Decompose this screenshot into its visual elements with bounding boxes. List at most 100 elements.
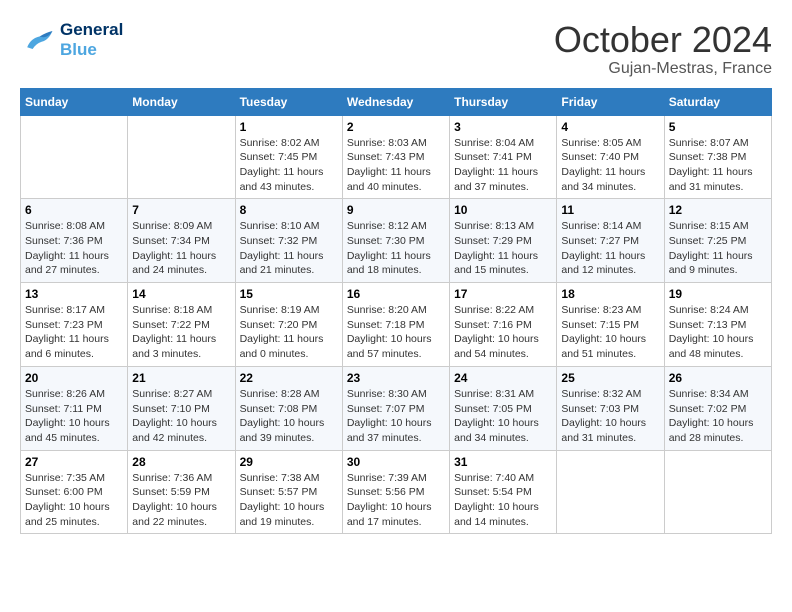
- day-info: Sunrise: 8:09 AMSunset: 7:34 PMDaylight:…: [132, 219, 230, 278]
- day-number: 23: [347, 371, 445, 385]
- calendar-cell: 22Sunrise: 8:28 AMSunset: 7:08 PMDayligh…: [235, 366, 342, 450]
- day-number: 8: [240, 203, 338, 217]
- calendar-cell: 5Sunrise: 8:07 AMSunset: 7:38 PMDaylight…: [664, 115, 771, 199]
- day-info: Sunrise: 8:18 AMSunset: 7:22 PMDaylight:…: [132, 303, 230, 362]
- day-info: Sunrise: 8:30 AMSunset: 7:07 PMDaylight:…: [347, 387, 445, 446]
- calendar-cell: 7 Sunrise: 8:09 AMSunset: 7:34 PMDaylight…: [128, 199, 235, 283]
- day-info: Sunrise: 8:28 AMSunset: 7:08 PMDaylight:…: [240, 387, 338, 446]
- column-header-saturday: Saturday: [664, 88, 771, 115]
- title-block: October 2024 Gujan-Mestras, France: [554, 20, 772, 78]
- calendar-cell: 17 Sunrise: 8:22 AMSunset: 7:16 PMDayligh…: [450, 283, 557, 367]
- day-info: Sunrise: 8:26 AMSunset: 7:11 PMDaylight:…: [25, 387, 123, 446]
- column-header-monday: Monday: [128, 88, 235, 115]
- day-number: 14: [132, 287, 230, 301]
- calendar-cell: 10Sunrise: 8:13 AMSunset: 7:29 PMDayligh…: [450, 199, 557, 283]
- calendar-cell: 15Sunrise: 8:19 AMSunset: 7:20 PMDayligh…: [235, 283, 342, 367]
- page-header: General Blue October 2024 Gujan-Mestras,…: [20, 20, 772, 78]
- day-info: Sunrise: 8:23 AMSunset: 7:15 PMDaylight:…: [561, 303, 659, 362]
- calendar-cell: 1Sunrise: 8:02 AMSunset: 7:45 PMDaylight…: [235, 115, 342, 199]
- calendar-cell: 20Sunrise: 8:26 AMSunset: 7:11 PMDayligh…: [21, 366, 128, 450]
- day-info: Sunrise: 8:13 AMSunset: 7:29 PMDaylight:…: [454, 219, 552, 278]
- day-info: Sunrise: 7:38 AMSunset: 5:57 PMDaylight:…: [240, 471, 338, 530]
- day-number: 16: [347, 287, 445, 301]
- calendar-cell: 31 Sunrise: 7:40 AMSunset: 5:54 PMDayligh…: [450, 450, 557, 534]
- day-number: 28: [132, 455, 230, 469]
- day-info: Sunrise: 8:12 AMSunset: 7:30 PMDaylight:…: [347, 219, 445, 278]
- calendar-cell: 25Sunrise: 8:32 AMSunset: 7:03 PMDayligh…: [557, 366, 664, 450]
- day-number: 6: [25, 203, 123, 217]
- calendar-week-4: 20Sunrise: 8:26 AMSunset: 7:11 PMDayligh…: [21, 366, 772, 450]
- day-info: Sunrise: 8:07 AMSunset: 7:38 PMDaylight:…: [669, 136, 767, 195]
- day-info: Sunrise: 7:36 AMSunset: 5:59 PMDaylight:…: [132, 471, 230, 530]
- calendar-week-2: 6 Sunrise: 8:08 AMSunset: 7:36 PMDaylight…: [21, 199, 772, 283]
- calendar-cell: 26Sunrise: 8:34 AMSunset: 7:02 PMDayligh…: [664, 366, 771, 450]
- calendar-cell: 23 Sunrise: 8:30 AMSunset: 7:07 PMDayligh…: [342, 366, 449, 450]
- calendar-week-1: 1Sunrise: 8:02 AMSunset: 7:45 PMDaylight…: [21, 115, 772, 199]
- calendar-cell: 24Sunrise: 8:31 AMSunset: 7:05 PMDayligh…: [450, 366, 557, 450]
- day-number: 9: [347, 203, 445, 217]
- calendar-cell: [664, 450, 771, 534]
- column-header-sunday: Sunday: [21, 88, 128, 115]
- calendar-cell: 16 Sunrise: 8:20 AMSunset: 7:18 PMDayligh…: [342, 283, 449, 367]
- day-number: 17: [454, 287, 552, 301]
- column-header-tuesday: Tuesday: [235, 88, 342, 115]
- day-info: Sunrise: 8:24 AMSunset: 7:13 PMDaylight:…: [669, 303, 767, 362]
- calendar-cell: 21 Sunrise: 8:27 AMSunset: 7:10 PMDayligh…: [128, 366, 235, 450]
- calendar-cell: 30 Sunrise: 7:39 AMSunset: 5:56 PMDayligh…: [342, 450, 449, 534]
- day-number: 2: [347, 120, 445, 134]
- calendar-week-5: 27 Sunrise: 7:35 AMSunset: 6:00 PMDayligh…: [21, 450, 772, 534]
- day-number: 7: [132, 203, 230, 217]
- day-info: Sunrise: 8:22 AMSunset: 7:16 PMDaylight:…: [454, 303, 552, 362]
- day-info: Sunrise: 8:10 AMSunset: 7:32 PMDaylight:…: [240, 219, 338, 278]
- calendar-cell: [21, 115, 128, 199]
- day-info: Sunrise: 8:31 AMSunset: 7:05 PMDaylight:…: [454, 387, 552, 446]
- calendar-cell: 28 Sunrise: 7:36 AMSunset: 5:59 PMDayligh…: [128, 450, 235, 534]
- calendar-cell: 19Sunrise: 8:24 AMSunset: 7:13 PMDayligh…: [664, 283, 771, 367]
- day-info: Sunrise: 8:27 AMSunset: 7:10 PMDaylight:…: [132, 387, 230, 446]
- day-info: Sunrise: 8:19 AMSunset: 7:20 PMDaylight:…: [240, 303, 338, 362]
- day-info: Sunrise: 8:32 AMSunset: 7:03 PMDaylight:…: [561, 387, 659, 446]
- calendar-cell: 9 Sunrise: 8:12 AMSunset: 7:30 PMDaylight…: [342, 199, 449, 283]
- logo-icon: [20, 22, 56, 58]
- logo-text: General Blue: [60, 20, 123, 59]
- calendar-cell: 18Sunrise: 8:23 AMSunset: 7:15 PMDayligh…: [557, 283, 664, 367]
- day-number: 12: [669, 203, 767, 217]
- calendar-table: SundayMondayTuesdayWednesdayThursdayFrid…: [20, 88, 772, 535]
- day-number: 4: [561, 120, 659, 134]
- calendar-cell: 12 Sunrise: 8:15 AMSunset: 7:25 PMDayligh…: [664, 199, 771, 283]
- day-info: Sunrise: 8:15 AMSunset: 7:25 PMDaylight:…: [669, 219, 767, 278]
- day-number: 27: [25, 455, 123, 469]
- day-number: 31: [454, 455, 552, 469]
- day-info: Sunrise: 7:39 AMSunset: 5:56 PMDaylight:…: [347, 471, 445, 530]
- day-number: 11: [561, 203, 659, 217]
- day-number: 30: [347, 455, 445, 469]
- day-info: Sunrise: 8:17 AMSunset: 7:23 PMDaylight:…: [25, 303, 123, 362]
- day-info: Sunrise: 8:05 AMSunset: 7:40 PMDaylight:…: [561, 136, 659, 195]
- day-number: 21: [132, 371, 230, 385]
- location: Gujan-Mestras, France: [554, 60, 772, 78]
- calendar-cell: 2 Sunrise: 8:03 AMSunset: 7:43 PMDaylight…: [342, 115, 449, 199]
- column-header-thursday: Thursday: [450, 88, 557, 115]
- day-info: Sunrise: 8:34 AMSunset: 7:02 PMDaylight:…: [669, 387, 767, 446]
- day-info: Sunrise: 7:35 AMSunset: 6:00 PMDaylight:…: [25, 471, 123, 530]
- calendar-cell: 8 Sunrise: 8:10 AMSunset: 7:32 PMDaylight…: [235, 199, 342, 283]
- day-info: Sunrise: 8:14 AMSunset: 7:27 PMDaylight:…: [561, 219, 659, 278]
- calendar-cell: 11 Sunrise: 8:14 AMSunset: 7:27 PMDayligh…: [557, 199, 664, 283]
- calendar-week-3: 13 Sunrise: 8:17 AMSunset: 7:23 PMDayligh…: [21, 283, 772, 367]
- calendar-cell: 13 Sunrise: 8:17 AMSunset: 7:23 PMDayligh…: [21, 283, 128, 367]
- calendar-cell: 29 Sunrise: 7:38 AMSunset: 5:57 PMDayligh…: [235, 450, 342, 534]
- day-info: Sunrise: 7:40 AMSunset: 5:54 PMDaylight:…: [454, 471, 552, 530]
- logo: General Blue: [20, 20, 123, 59]
- column-header-wednesday: Wednesday: [342, 88, 449, 115]
- day-number: 13: [25, 287, 123, 301]
- calendar-cell: 27 Sunrise: 7:35 AMSunset: 6:00 PMDayligh…: [21, 450, 128, 534]
- day-number: 29: [240, 455, 338, 469]
- calendar-cell: [557, 450, 664, 534]
- day-info: Sunrise: 8:08 AMSunset: 7:36 PMDaylight:…: [25, 219, 123, 278]
- calendar-cell: 3Sunrise: 8:04 AMSunset: 7:41 PMDaylight…: [450, 115, 557, 199]
- day-info: Sunrise: 8:03 AMSunset: 7:43 PMDaylight:…: [347, 136, 445, 195]
- calendar-cell: 4 Sunrise: 8:05 AMSunset: 7:40 PMDaylight…: [557, 115, 664, 199]
- day-info: Sunrise: 8:20 AMSunset: 7:18 PMDaylight:…: [347, 303, 445, 362]
- day-info: Sunrise: 8:04 AMSunset: 7:41 PMDaylight:…: [454, 136, 552, 195]
- day-info: Sunrise: 8:02 AMSunset: 7:45 PMDaylight:…: [240, 136, 338, 195]
